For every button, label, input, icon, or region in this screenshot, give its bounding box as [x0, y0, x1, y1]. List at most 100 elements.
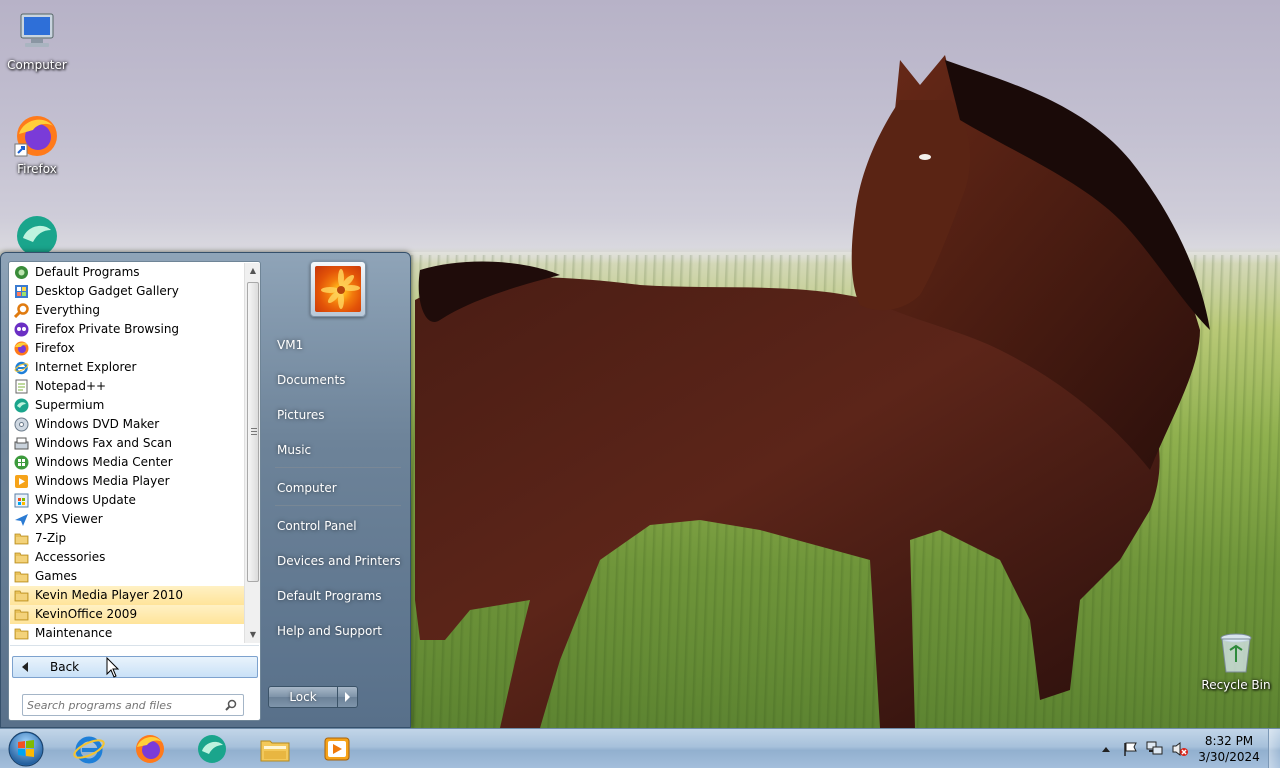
- program-item-7-zip[interactable]: 7-Zip: [10, 529, 244, 548]
- divider: [275, 505, 401, 506]
- internet-explorer-icon: [14, 361, 29, 375]
- firefox-private-icon: [14, 322, 29, 337]
- volume-muted-icon[interactable]: [1171, 741, 1189, 757]
- dvd-maker-icon: [14, 417, 29, 432]
- folder-icon: [14, 590, 29, 602]
- search-input[interactable]: [27, 697, 217, 713]
- program-item-label: Default Programs: [35, 265, 140, 279]
- program-item-xps-viewer[interactable]: XPS Viewer: [10, 510, 244, 529]
- recycle-bin-icon: [1216, 632, 1256, 676]
- program-item-windows-update[interactable]: Windows Update: [10, 491, 244, 510]
- program-item-firefox-private-browsing[interactable]: Firefox Private Browsing: [10, 320, 244, 339]
- supermium-icon: [14, 398, 29, 413]
- start-right-item-documents[interactable]: Documents: [269, 368, 404, 392]
- program-item-label: XPS Viewer: [35, 512, 103, 526]
- action-center-flag-icon[interactable]: [1122, 741, 1138, 757]
- start-right-item-devices-and-printers[interactable]: Devices and Printers: [269, 549, 404, 573]
- program-item-label: Windows Media Center: [35, 455, 173, 469]
- start-right-item-help-and-support[interactable]: Help and Support: [269, 619, 404, 643]
- program-item-label: Maintenance: [35, 626, 113, 640]
- folder-icon: [14, 552, 29, 564]
- program-item-everything[interactable]: Everything: [10, 301, 244, 320]
- firefox-icon: [14, 341, 29, 356]
- program-item-accessories[interactable]: Accessories: [10, 548, 244, 567]
- program-item-firefox[interactable]: Firefox: [10, 339, 244, 358]
- media-player-icon: [324, 737, 350, 761]
- desktop-icon-computer[interactable]: Computer: [1, 8, 73, 72]
- lock-button-label: Lock: [289, 690, 317, 704]
- program-item-label: Kevin Media Player 2010: [35, 588, 184, 602]
- shutdown-options-arrow-icon[interactable]: [345, 692, 350, 702]
- program-item-label: KevinOffice 2009: [35, 607, 138, 621]
- media-player-icon: [15, 475, 28, 488]
- default-programs-icon: [15, 266, 28, 279]
- desktop-icon-firefox[interactable]: Firefox: [1, 112, 73, 176]
- program-item-maintenance[interactable]: Maintenance: [10, 624, 244, 643]
- divider: [275, 467, 401, 468]
- program-item-label: Everything: [35, 303, 100, 317]
- program-item-label: Windows Update: [35, 493, 136, 507]
- start-menu-programs-pane: Default Programs Desktop Gadget Gallery Ev…: [8, 261, 261, 721]
- program-item-label: Internet Explorer: [35, 360, 137, 374]
- program-item-windows-fax-and-scan[interactable]: Windows Fax and Scan: [10, 434, 244, 453]
- program-item-label: Windows Media Player: [35, 474, 170, 488]
- start-right-item-vm1[interactable]: VM1: [269, 333, 404, 357]
- everything-search-icon: [14, 303, 29, 318]
- lock-button[interactable]: Lock: [268, 686, 358, 708]
- start-menu: Default Programs Desktop Gadget Gallery Ev…: [0, 252, 411, 728]
- scrollbar-grip-icon: [251, 428, 257, 436]
- program-item-windows-media-player[interactable]: Windows Media Player: [10, 472, 244, 491]
- program-item-kevinoffice-2009[interactable]: KevinOffice 2009: [10, 605, 244, 624]
- program-item-supermium[interactable]: Supermium: [10, 396, 244, 415]
- program-item-label: Notepad++: [35, 379, 107, 393]
- taskbar-media-player[interactable]: [320, 732, 354, 766]
- taskbar-supermium[interactable]: [195, 732, 229, 766]
- program-item-desktop-gadget-gallery[interactable]: Desktop Gadget Gallery: [10, 282, 244, 301]
- start-right-item-default-programs[interactable]: Default Programs: [269, 584, 404, 608]
- taskbar-firefox[interactable]: [133, 732, 167, 766]
- network-icon[interactable]: [1146, 741, 1164, 757]
- file-explorer-icon: [260, 740, 290, 762]
- show-hidden-icons-chevron-icon[interactable]: [1101, 745, 1111, 753]
- program-item-label: Firefox Private Browsing: [35, 322, 180, 336]
- program-item-windows-dvd-maker[interactable]: Windows DVD Maker: [10, 415, 244, 434]
- mouse-cursor-icon: [106, 657, 120, 678]
- taskbar-internet-explorer[interactable]: [72, 732, 106, 766]
- taskbar-clock[interactable]: 8:32 PM 3/30/2024: [1196, 733, 1262, 765]
- search-programs-box[interactable]: [22, 694, 244, 716]
- program-item-label: Windows Fax and Scan: [35, 436, 173, 450]
- show-desktop-button[interactable]: [1268, 729, 1280, 768]
- start-button[interactable]: [6, 730, 46, 768]
- start-right-item-computer[interactable]: Computer: [269, 476, 404, 500]
- search-icon[interactable]: [225, 699, 237, 711]
- program-item-windows-media-center[interactable]: Windows Media Center: [10, 453, 244, 472]
- clock-date: 3/30/2024: [1198, 750, 1260, 764]
- program-item-internet-explorer[interactable]: Internet Explorer: [10, 358, 244, 377]
- programs-scrollbar[interactable]: ▲ ▼: [244, 263, 260, 643]
- taskbar-file-explorer[interactable]: [258, 732, 292, 766]
- start-right-item-control-panel[interactable]: Control Panel: [269, 514, 404, 538]
- program-item-games[interactable]: Games: [10, 567, 244, 586]
- program-item-kevin-media-player-2010[interactable]: Kevin Media Player 2010: [10, 586, 244, 605]
- user-avatar[interactable]: [310, 261, 366, 317]
- program-item-label: Supermium: [35, 398, 105, 412]
- back-arrow-icon: [22, 662, 28, 672]
- start-right-item-music[interactable]: Music: [269, 438, 404, 462]
- folder-icon: [14, 533, 29, 545]
- program-item-label: 7-Zip: [35, 531, 67, 545]
- taskbar: 8:32 PM 3/30/2024: [0, 728, 1280, 768]
- firefox-icon: [13, 112, 61, 160]
- back-button-label: Back: [50, 660, 80, 674]
- back-button[interactable]: Back: [12, 656, 258, 678]
- program-item-default-programs[interactable]: Default Programs: [10, 263, 244, 282]
- scroll-up-arrow-icon[interactable]: ▲: [245, 263, 261, 279]
- divider: [10, 645, 259, 646]
- clock-time: 8:32 PM: [1204, 734, 1254, 748]
- program-item-label: Games: [35, 569, 77, 583]
- scrollbar-thumb[interactable]: [247, 282, 259, 582]
- desktop-icon-recycle-bin[interactable]: Recycle Bin: [1200, 632, 1272, 692]
- start-right-item-pictures[interactable]: Pictures: [269, 403, 404, 427]
- program-item-notepad[interactable]: Notepad++: [10, 377, 244, 396]
- scroll-down-arrow-icon[interactable]: ▼: [245, 627, 261, 643]
- program-item-label: Accessories: [35, 550, 106, 564]
